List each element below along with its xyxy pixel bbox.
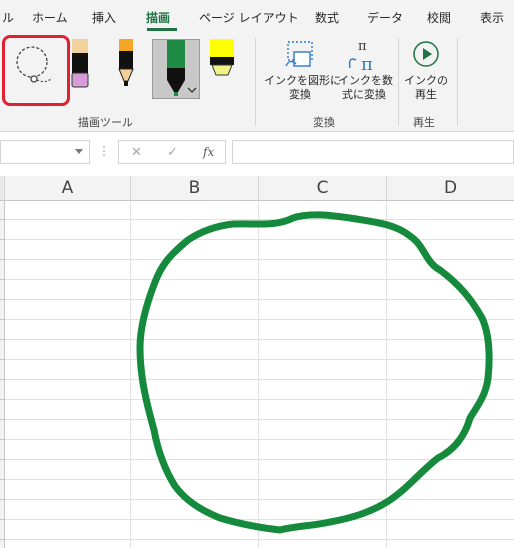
ink-circle-drawing[interactable]	[0, 0, 514, 548]
ink-stroke	[136, 211, 493, 534]
